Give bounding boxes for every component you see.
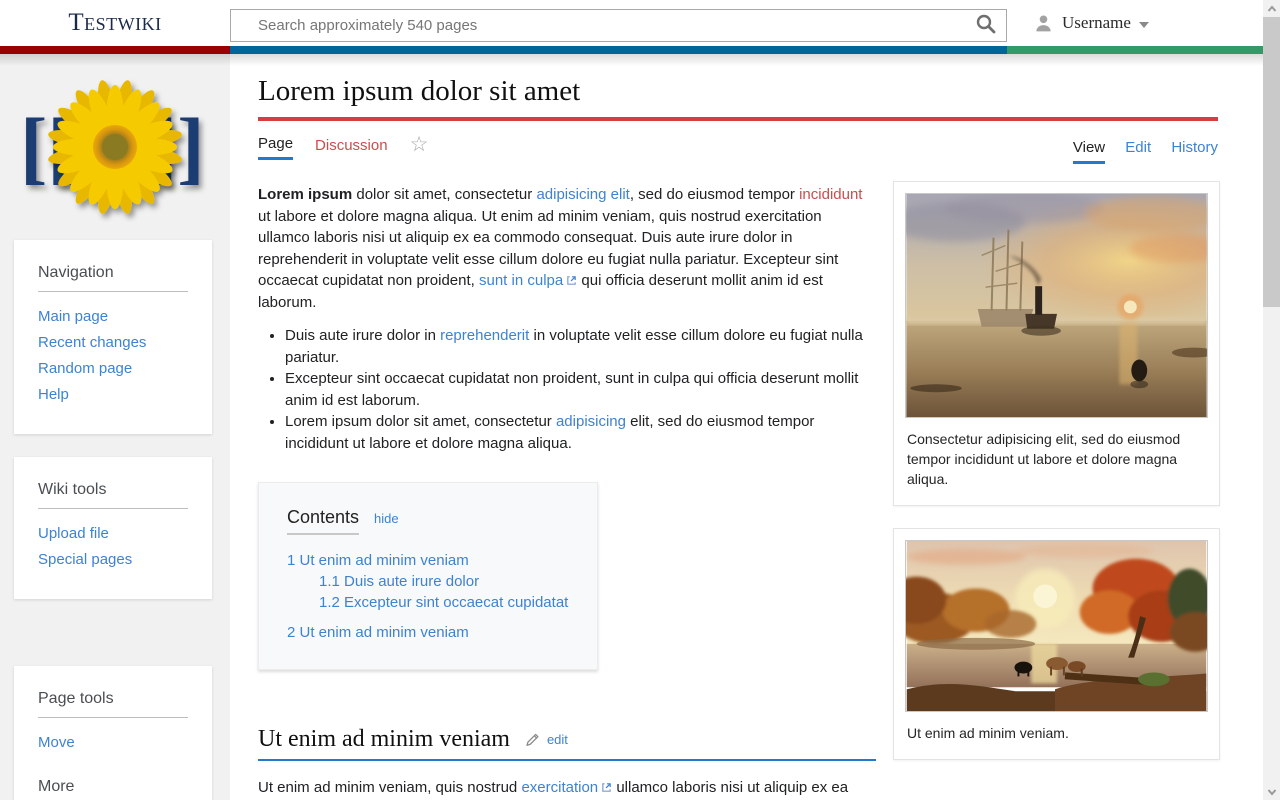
inline-link[interactable]: exercitation	[521, 779, 598, 796]
scrollbar-thumb[interactable]	[1263, 17, 1280, 307]
body-text: , sed do eiusmod tempor	[630, 186, 799, 203]
section-paragraph: Ut enim ad minim veniam, quis nostrud ex…	[258, 777, 876, 800]
title-red-rule	[258, 117, 1218, 121]
bullet-list: Duis aute irure dolor in reprehenderit i…	[258, 325, 876, 454]
body-text: Excepteur sint occaecat cupidatat non pr…	[285, 370, 858, 409]
list-item: Duis aute irure dolor in reprehenderit i…	[285, 325, 876, 368]
pencil-icon[interactable]	[524, 731, 541, 748]
search-icon	[975, 13, 997, 35]
inline-link[interactable]: adipisicing	[556, 413, 626, 430]
sidebar-item-move[interactable]: Move	[38, 730, 188, 756]
search-input[interactable]	[230, 9, 1007, 42]
inline-link[interactable]: adipisicing elit	[536, 186, 629, 203]
scroll-up-button[interactable]	[1263, 0, 1280, 17]
toc-item-1-2[interactable]: 1.2 Excepteur sint occaecat cupidatat	[287, 592, 569, 613]
bold-text: Lorem ipsum	[258, 186, 352, 203]
body-text: Ut enim ad minim veniam, quis nostrud	[258, 779, 521, 796]
user-icon	[1033, 13, 1054, 34]
header-color-bars	[0, 46, 1263, 54]
external-link-icon	[566, 275, 577, 286]
scroll-down-button[interactable]	[1263, 783, 1280, 800]
inline-link[interactable]: sunt in culpa	[479, 272, 563, 289]
painting-seascape-image[interactable]	[905, 193, 1208, 418]
sidebar-section-page-tools: Page tools Move More	[14, 666, 212, 800]
sidebar-item-upload-file[interactable]: Upload file	[38, 521, 188, 547]
toc-title: Contents	[287, 507, 359, 535]
chevron-up-icon	[1267, 5, 1277, 13]
site-logo-wordmark[interactable]: Testwiki	[0, 0, 230, 46]
sidebar-item-help[interactable]: Help	[38, 382, 188, 408]
external-link-icon	[601, 782, 612, 793]
user-menu[interactable]: Username	[1033, 0, 1149, 46]
chevron-down-icon	[1267, 788, 1277, 796]
blue-bar	[230, 46, 1007, 54]
sidebar-heading-navigation: Navigation	[38, 264, 188, 292]
sidebar: [[ ]]	[0, 54, 230, 800]
sidebar-heading-wiki-tools: Wiki tools	[38, 481, 188, 509]
section-heading-row: Ut enim ad minim veniam edit	[258, 726, 876, 761]
sidebar-heading-page-tools: Page tools	[38, 690, 188, 718]
site-header: Testwiki Username	[0, 0, 1263, 46]
toc-hide-link[interactable]: hide	[374, 511, 399, 526]
username-label: Username	[1062, 13, 1131, 33]
search-bar	[230, 9, 1007, 42]
tab-discussion[interactable]: Discussion	[315, 137, 388, 159]
intro-paragraph: Lorem ipsum dolor sit amet, consectetur …	[258, 184, 876, 313]
painting-autumn-landscape-image[interactable]	[905, 540, 1208, 712]
thumbnail-caption: Consectetur adipisicing elit, sed do eiu…	[907, 429, 1206, 489]
section-heading: Ut enim ad minim veniam	[258, 726, 510, 752]
thumbnail-rail: Consectetur adipisicing elit, sed do eiu…	[893, 181, 1220, 782]
sidebar-heading-more: More	[38, 778, 188, 800]
sidebar-section-navigation: Navigation Main page Recent changes Rand…	[14, 240, 212, 434]
body-text: Lorem ipsum dolor sit amet, consectetur	[285, 413, 556, 430]
sidebar-item-special-pages[interactable]: Special pages	[38, 547, 188, 573]
body-text: dolor sit amet, consectetur	[352, 186, 536, 203]
tab-view[interactable]: View	[1073, 139, 1105, 164]
thumbnail-card: Ut enim ad minim veniam.	[893, 528, 1220, 760]
watch-star-icon[interactable]: ☆	[410, 138, 429, 152]
toc-item-1-1[interactable]: 1.1 Duis aute irure dolor	[287, 571, 569, 592]
toc-list: 1 Ut enim ad minim veniam 1.1 Duis aute …	[287, 550, 569, 643]
page-title: Lorem ipsum dolor sit amet	[258, 74, 1218, 108]
sunflower-brackets-logo-image: [[ ]]	[12, 72, 218, 222]
list-item: Excepteur sint occaecat cupidatat non pr…	[285, 368, 876, 411]
red-bar	[0, 46, 230, 54]
sidebar-item-random-page[interactable]: Random page	[38, 356, 188, 382]
sidebar-section-wiki-tools: Wiki tools Upload file Special pages	[14, 457, 212, 599]
list-item: Lorem ipsum dolor sit amet, consectetur …	[285, 411, 876, 454]
chevron-down-icon	[1139, 22, 1149, 28]
tab-page[interactable]: Page	[258, 135, 293, 160]
table-of-contents: Contents hide 1 Ut enim ad minim veniam …	[258, 482, 598, 670]
search-button[interactable]	[971, 13, 1001, 38]
sidebar-item-recent-changes[interactable]: Recent changes	[38, 330, 188, 356]
sidebar-item-main-page[interactable]: Main page	[38, 304, 188, 330]
green-bar	[1007, 46, 1263, 54]
content-area: Lorem ipsum dolor sit amet Page Discussi…	[230, 54, 1263, 800]
toc-item-2[interactable]: 2 Ut enim ad minim veniam	[287, 622, 569, 643]
wiki-logo[interactable]: [[ ]]	[0, 54, 230, 240]
section-edit-link[interactable]: edit	[547, 732, 568, 747]
tab-history[interactable]: History	[1171, 139, 1218, 161]
article-body: Lorem ipsum dolor sit amet, consectetur …	[258, 184, 876, 800]
thumbnail-card: Consectetur adipisicing elit, sed do eiu…	[893, 181, 1220, 506]
inline-link[interactable]: incididunt	[799, 186, 862, 203]
page-actions: View Edit History	[1057, 139, 1218, 156]
page-scrollbar[interactable]	[1263, 0, 1280, 800]
page-tabs: Page Discussion ☆ View Edit History	[258, 135, 1218, 160]
inline-link[interactable]: reprehenderit	[440, 327, 529, 344]
toc-item-1[interactable]: 1 Ut enim ad minim veniam	[287, 550, 569, 571]
thumbnail-caption: Ut enim ad minim veniam.	[907, 723, 1206, 743]
body-text: Duis aute irure dolor in	[285, 327, 440, 344]
tab-edit[interactable]: Edit	[1125, 139, 1151, 161]
wiki-page: Testwiki Username	[0, 0, 1280, 800]
